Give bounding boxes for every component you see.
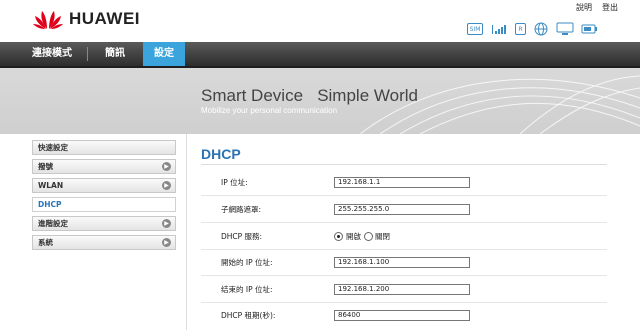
sidebar-item-quick-setup[interactable]: 快速設定: [32, 140, 176, 155]
ip-address-label: IP 位址:: [221, 178, 248, 187]
start-ip-row: 開始的 IP 位址: 192.168.1.100: [201, 250, 607, 276]
chevron-right-icon: ▶: [162, 219, 171, 228]
banner-title: Smart Device Simple World: [201, 86, 418, 105]
ip-address-input[interactable]: 192.168.1.1: [334, 177, 470, 188]
tab-settings[interactable]: 設定: [143, 42, 185, 66]
dhcp-off-label: 關閉: [375, 232, 390, 241]
sidebar-item-wlan[interactable]: WLAN ▶: [32, 178, 176, 193]
sidebar-item-dhcp[interactable]: DHCP: [32, 197, 176, 212]
end-ip-input[interactable]: 192.168.1.200: [334, 284, 470, 295]
sidebar-item-label: 快速設定: [38, 143, 68, 152]
banner: Smart Device Simple World Mobilize your …: [0, 68, 640, 134]
subnet-mask-input[interactable]: 255.255.255.0: [334, 204, 470, 215]
signal-icon: [491, 23, 507, 35]
banner-subtitle: Mobilize your personal communication: [201, 106, 338, 115]
battery-icon: [581, 23, 597, 35]
sidebar-item-system[interactable]: 系統 ▶: [32, 235, 176, 250]
monitor-icon: [556, 22, 574, 36]
sidebar-item-dialup[interactable]: 撥號 ▶: [32, 159, 176, 174]
subnet-mask-label: 子網路遮罩:: [221, 205, 262, 214]
end-ip-row: 结束的 IP 位址: 192.168.1.200: [201, 277, 607, 303]
header: HUAWEI 說明 登出 SIM R: [0, 0, 640, 42]
lease-time-label: DHCP 租期(秒):: [221, 311, 276, 320]
sidebar-item-label: WLAN: [38, 181, 64, 190]
page-title: DHCP: [201, 146, 241, 162]
tab-sms[interactable]: 簡訊: [88, 42, 142, 66]
subnet-mask-row: 子網路遮罩: 255.255.255.0: [201, 197, 607, 223]
dhcp-service-label: DHCP 服務:: [221, 232, 263, 241]
lease-time-row: DHCP 租期(秒): 86400: [201, 303, 607, 329]
dhcp-on-label: 開啟: [346, 232, 361, 241]
dhcp-on-radio[interactable]: [334, 232, 343, 241]
brand-name: HUAWEI: [69, 9, 140, 28]
help-link[interactable]: 說明: [576, 2, 592, 13]
chevron-right-icon: ▶: [162, 162, 171, 171]
start-ip-input[interactable]: 192.168.1.100: [334, 257, 470, 268]
sidebar: 快速設定 撥號 ▶ WLAN ▶ DHCP 進階設定 ▶ 系統 ▶: [32, 140, 176, 254]
dhcp-service-row: DHCP 服務: 開啟 關閉: [201, 224, 607, 250]
sidebar-item-label: DHCP: [38, 200, 62, 209]
globe-icon: [534, 22, 548, 36]
roaming-icon: R: [515, 23, 526, 35]
logout-link[interactable]: 登出: [602, 2, 618, 13]
dhcp-off-radio[interactable]: [364, 232, 373, 241]
title-divider: [201, 164, 607, 165]
tab-connection-mode[interactable]: 連接模式: [18, 42, 86, 66]
ip-address-row: IP 位址: 192.168.1.1: [201, 170, 607, 196]
sidebar-item-label: 進階設定: [38, 219, 68, 228]
chevron-right-icon: ▶: [162, 181, 171, 190]
start-ip-label: 開始的 IP 位址:: [221, 258, 273, 267]
end-ip-label: 结束的 IP 位址:: [221, 285, 273, 294]
content-divider: [186, 134, 187, 330]
main-nav: 連接模式 簡訊 設定: [0, 42, 640, 68]
sidebar-item-advanced[interactable]: 進階設定 ▶: [32, 216, 176, 231]
lease-time-input[interactable]: 86400: [334, 310, 470, 321]
huawei-petal-logo-icon: [33, 11, 63, 29]
huawei-logo: HUAWEI: [33, 8, 140, 30]
sidebar-item-label: 撥號: [38, 162, 53, 171]
sim-icon: SIM: [467, 23, 483, 35]
chevron-right-icon: ▶: [162, 238, 171, 247]
status-icons: SIM R: [467, 22, 597, 36]
sidebar-item-label: 系統: [38, 238, 53, 247]
